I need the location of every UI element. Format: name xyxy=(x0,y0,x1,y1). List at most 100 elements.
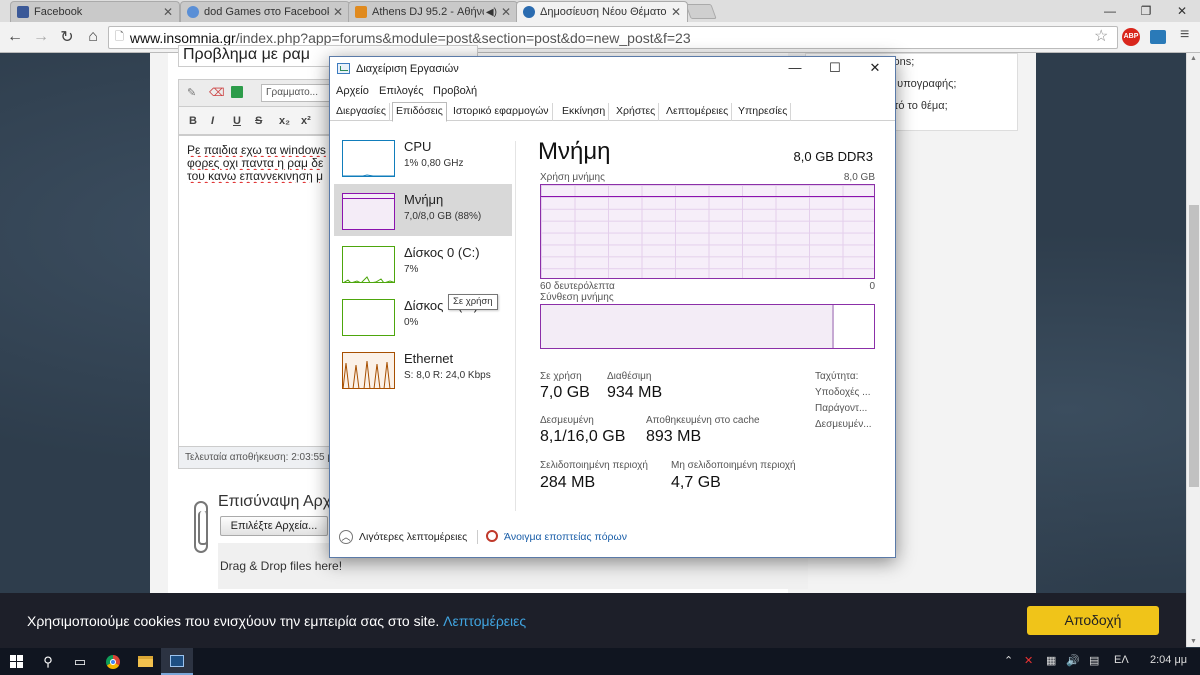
restore-icon[interactable]: ❐ xyxy=(1128,0,1164,22)
maximize-icon[interactable]: ☐ xyxy=(815,57,855,79)
stat-label: Αποθηκευμένη στο cache xyxy=(646,415,760,426)
task-manager-app-icon xyxy=(337,63,350,74)
input-language[interactable]: ΕΛ xyxy=(1114,654,1129,666)
close-icon[interactable]: ✕ xyxy=(855,57,895,79)
tab-processes[interactable]: Διεργασίες xyxy=(333,103,390,121)
resource-cpu[interactable]: CPU 1% 0,80 GHz xyxy=(334,131,512,183)
browser-tab-strip: Facebook ✕ dod Games στο Facebook ✕ Athe… xyxy=(0,0,1200,22)
subscript-button[interactable]: x₂ xyxy=(279,115,290,127)
new-tab-button[interactable] xyxy=(685,4,717,19)
resource-value: 7% xyxy=(404,264,419,275)
volume-icon[interactable]: 🔊 xyxy=(1066,654,1080,667)
cookie-text: Χρησιμοποιούμε cookies που ενισχύουν την… xyxy=(27,613,526,629)
minimize-icon[interactable]: — xyxy=(1092,0,1128,22)
cookie-banner: Χρησιμοποιούμε cookies που ενισχύουν την… xyxy=(0,593,1186,648)
stat-value: 7,0 GB xyxy=(540,384,590,401)
table-icon[interactable] xyxy=(231,86,243,98)
task-manager-window: Διαχείριση Εργασιών — ☐ ✕ Αρχείο Επιλογέ… xyxy=(329,56,896,558)
network-error-icon[interactable]: ✕ xyxy=(1024,654,1033,667)
menu-options[interactable]: Επιλογές xyxy=(379,85,424,97)
search-icon[interactable]: ⚲ xyxy=(32,648,64,675)
ethernet-thumbnail-graph xyxy=(342,352,395,389)
task-manager-titlebar[interactable]: Διαχείριση Εργασιών — ☐ ✕ xyxy=(330,57,895,81)
audio-playing-icon: ◀) xyxy=(485,6,497,18)
underline-button[interactable]: U xyxy=(233,115,241,127)
reload-icon[interactable]: ↻ xyxy=(54,27,80,47)
resource-value: S: 8,0 R: 24,0 Kbps xyxy=(404,370,491,381)
choose-files-button[interactable]: Επιλέξτε Αρχεία... xyxy=(220,516,328,536)
scrollbar-thumb[interactable] xyxy=(1189,205,1199,487)
reserved-label: Δεσμευμέν... xyxy=(815,419,872,430)
composition-in-use xyxy=(541,305,834,348)
dod-favicon-icon xyxy=(187,6,199,18)
tray-chevron-icon[interactable]: ⌃ xyxy=(1004,654,1013,667)
fewer-details-link[interactable]: Λιγότερες λεπτομέρειες xyxy=(359,531,467,543)
menu-file[interactable]: Αρχείο xyxy=(336,85,369,97)
minimize-icon[interactable]: — xyxy=(775,57,815,79)
scroll-up-icon[interactable]: ▲ xyxy=(1190,55,1197,62)
tray-app-icon[interactable]: ▦ xyxy=(1046,654,1056,667)
tab-app-history[interactable]: Ιστορικό εφαρμογών xyxy=(450,103,553,121)
tooltip: Σε χρήση xyxy=(448,294,498,310)
close-tab-icon[interactable]: ✕ xyxy=(333,5,343,19)
windows-logo-icon xyxy=(9,655,23,668)
page-info-icon[interactable]: 🗋 xyxy=(115,28,124,47)
browser-tab-facebook[interactable]: Facebook ✕ xyxy=(10,1,180,22)
tab-startup[interactable]: Εκκίνηση xyxy=(559,103,610,121)
task-view-icon[interactable]: ▭ xyxy=(64,648,96,675)
extension-icon[interactable] xyxy=(1150,30,1166,44)
resource-disk-0[interactable]: Δίσκος 0 (C:) 7% xyxy=(334,237,512,289)
browser-tab-dod-games[interactable]: dod Games στο Facebook ✕ xyxy=(180,1,350,22)
page-scrollbar[interactable]: ▲ ▼ xyxy=(1186,53,1200,647)
rss-favicon-icon xyxy=(355,6,367,18)
resource-value: 0% xyxy=(404,317,419,328)
memory-heading: Μνήμη xyxy=(538,138,611,165)
close-tab-icon[interactable]: ✕ xyxy=(671,5,681,19)
cookie-details-link[interactable]: Λεπτομέρειες xyxy=(443,613,526,629)
panel-divider xyxy=(515,141,516,511)
close-icon[interactable]: ✕ xyxy=(1164,0,1200,22)
adblock-plus-icon[interactable]: ABP xyxy=(1122,28,1140,46)
close-tab-icon[interactable]: ✕ xyxy=(163,5,173,19)
chevron-up-icon[interactable]: ︿ xyxy=(339,530,353,544)
close-tab-icon[interactable]: ✕ xyxy=(501,5,511,19)
tab-services[interactable]: Υπηρεσίες xyxy=(735,103,792,121)
menu-view[interactable]: Προβολή xyxy=(433,85,477,97)
home-icon[interactable]: ⌂ xyxy=(80,28,106,46)
forward-icon[interactable]: → xyxy=(28,28,54,46)
italic-button[interactable]: I xyxy=(211,115,214,127)
slots-label: Υποδοχές ... xyxy=(815,387,871,398)
tab-details[interactable]: Λεπτομέρειες xyxy=(663,103,733,121)
resource-ethernet[interactable]: Ethernet S: 8,0 R: 24,0 Kbps xyxy=(334,343,512,395)
memory-usage-graph xyxy=(540,184,875,279)
superscript-button[interactable]: x² xyxy=(301,115,311,127)
chrome-menu-icon[interactable]: ≡ xyxy=(1180,26,1189,44)
start-button[interactable] xyxy=(0,648,32,675)
tab-title: Facebook xyxy=(34,6,83,18)
stat-label: Σε χρήση xyxy=(540,371,582,382)
font-select[interactable]: Γραμματο... xyxy=(261,84,339,102)
strikethrough-button[interactable]: S xyxy=(255,115,262,127)
chrome-taskbar-icon[interactable] xyxy=(97,648,129,675)
stat-value: 934 MB xyxy=(607,384,663,401)
taskbar: ⚲ ▭ ⌃ ✕ ▦ 🔊 ▤ ΕΛ 2:04 μμ xyxy=(0,648,1200,675)
scroll-down-icon[interactable]: ▼ xyxy=(1190,638,1197,645)
bold-button[interactable]: B xyxy=(189,115,197,127)
task-manager-taskbar-icon[interactable] xyxy=(161,648,193,675)
clock[interactable]: 2:04 μμ xyxy=(1150,654,1187,666)
notifications-icon[interactable]: ▤ xyxy=(1089,654,1099,667)
tab-title: Δημοσίευση Νέου Θέματος xyxy=(540,6,667,18)
clear-format-icon[interactable]: ⌫ xyxy=(209,86,225,99)
tab-users[interactable]: Χρήστες xyxy=(613,103,660,121)
open-resource-monitor-link[interactable]: Άνοιγμα εποπτείας πόρων xyxy=(504,531,627,543)
file-explorer-icon[interactable] xyxy=(129,648,161,675)
stat-value: 8,1/16,0 GB xyxy=(540,428,626,445)
browser-tab-athens-dj[interactable]: Athens DJ 95.2 - Αθήνα ◀) ✕ xyxy=(348,1,518,22)
eraser-icon[interactable]: ✎ xyxy=(187,86,196,99)
accept-cookies-button[interactable]: Αποδοχή xyxy=(1027,606,1159,635)
bookmark-star-icon[interactable]: ☆ xyxy=(1094,26,1108,46)
tab-performance[interactable]: Επιδόσεις xyxy=(392,102,447,122)
back-icon[interactable]: ← xyxy=(2,28,28,46)
browser-tab-new-post[interactable]: Δημοσίευση Νέου Θέματος ✕ xyxy=(516,1,688,22)
resource-memory[interactable]: Μνήμη 7,0/8,0 GB (88%) xyxy=(334,184,512,236)
